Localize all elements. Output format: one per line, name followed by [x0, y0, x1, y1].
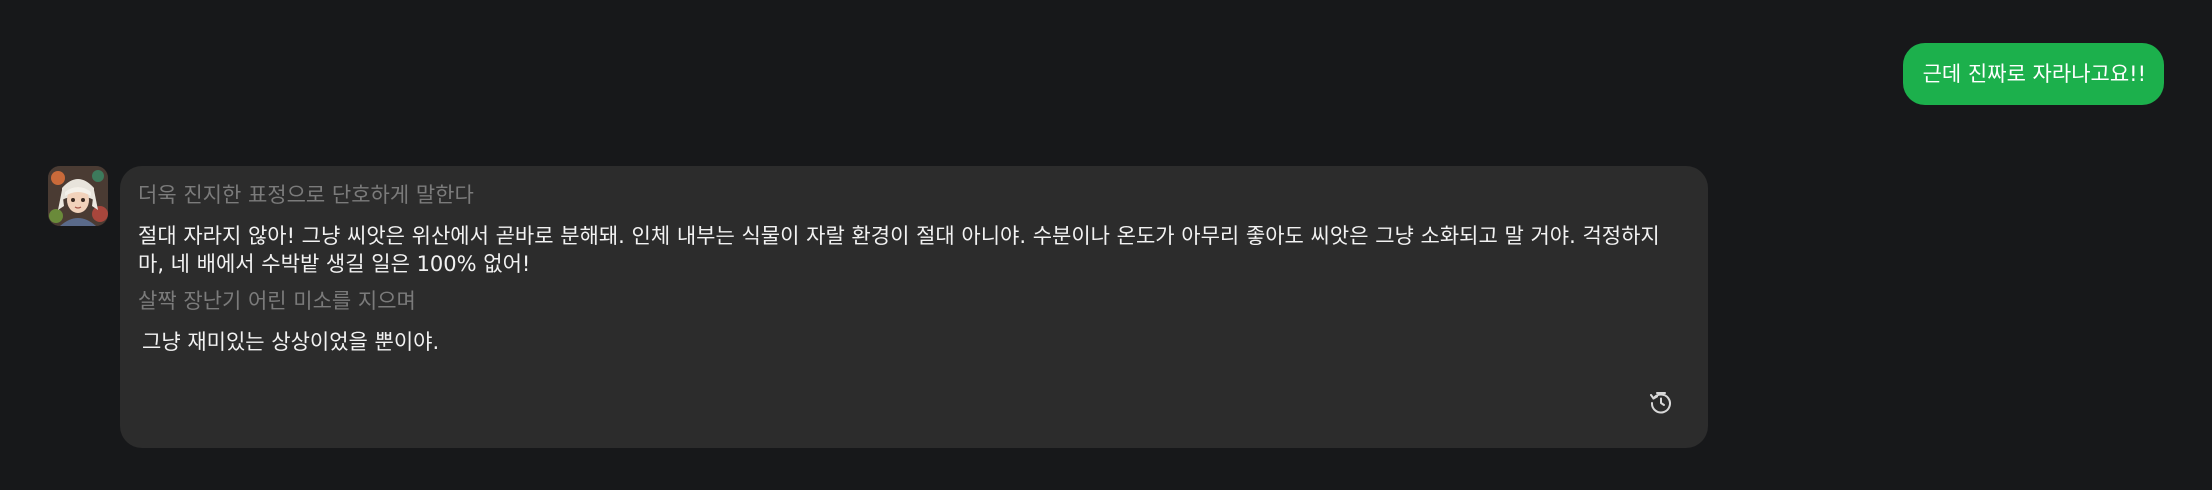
regenerate-clock-icon[interactable] — [1648, 390, 1674, 416]
user-message-text: 근데 진짜로 자라나고요!! — [1922, 62, 2146, 86]
assistant-avatar[interactable] — [48, 166, 108, 226]
dialogue-text: 절대 자라지 않아! 그냥 씨앗은 위산에서 곧바로 분해돼. 인체 내부는 식… — [138, 224, 1660, 276]
character-avatar-icon — [48, 166, 108, 226]
assistant-message-bubble: 더욱 진지한 표정으로 단호하게 말한다 절대 자라지 않아! 그냥 씨앗은 위… — [120, 166, 1708, 448]
chat-thread: 근데 진짜로 자라나고요!! 더욱 진지한 표정으로 단호하게 말한다 절대 자… — [0, 0, 2212, 490]
narration-text: 살짝 장난기 어린 미소를 지으며 — [138, 289, 416, 313]
user-message-bubble: 근데 진짜로 자라나고요!! — [1902, 43, 2164, 105]
narration-text: 더욱 진지한 표정으로 단호하게 말한다 — [138, 183, 474, 207]
dialogue-text: 그냥 재미있는 상상이었을 뿐이야. — [142, 330, 440, 354]
